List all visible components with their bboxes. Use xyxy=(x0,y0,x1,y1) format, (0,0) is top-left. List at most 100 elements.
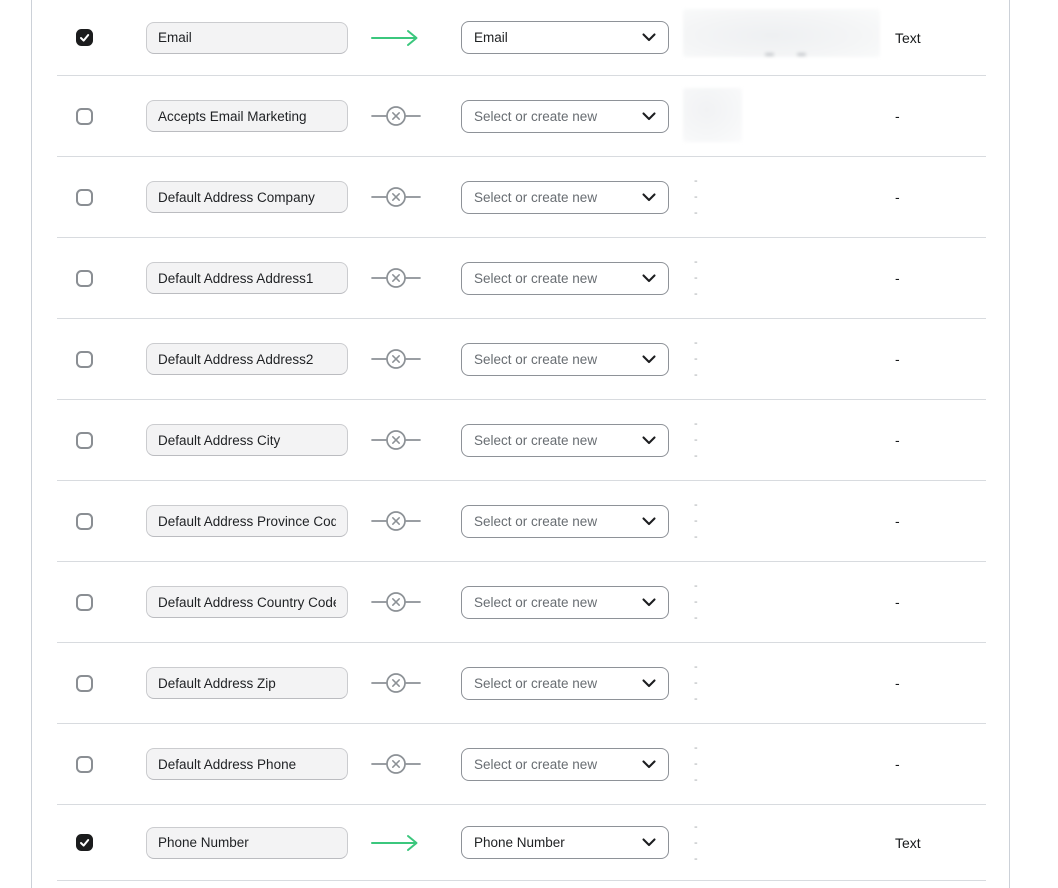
destination-field-value: Select or create new xyxy=(474,109,634,124)
source-column-input[interactable] xyxy=(146,22,348,54)
field-type-label: - xyxy=(895,189,983,205)
row-checkbox-unchecked[interactable] xyxy=(76,675,93,692)
sample-data-preview xyxy=(683,90,880,142)
preview-empty-value: - xyxy=(683,659,880,675)
destination-field-select[interactable]: Select or create new xyxy=(461,262,669,295)
chevron-down-icon xyxy=(642,679,656,688)
mapping-row: EmailText xyxy=(57,0,986,76)
mapping-row: Select or create new---- xyxy=(57,724,986,805)
chevron-down-icon xyxy=(642,112,656,121)
row-checkbox-unchecked[interactable] xyxy=(76,756,93,773)
preview-empty-value: - xyxy=(683,254,880,270)
source-column-input[interactable] xyxy=(146,827,348,859)
destination-field-select[interactable]: Select or create new xyxy=(461,505,669,538)
arrow-right-icon xyxy=(371,28,421,48)
row-checkbox-unchecked[interactable] xyxy=(76,189,93,206)
sample-data-preview: --- xyxy=(683,416,880,464)
preview-empty-value: - xyxy=(683,173,880,189)
source-column-input[interactable] xyxy=(146,586,348,618)
field-mapping-panel: EmailTextSelect or create new-Select or … xyxy=(31,0,1010,888)
checkbox-cell xyxy=(76,675,94,692)
destination-field-value: Select or create new xyxy=(474,514,634,529)
preview-empty-value: - xyxy=(683,610,880,626)
field-type-label: - xyxy=(895,513,983,529)
preview-empty-value: - xyxy=(683,772,880,788)
source-column-cell xyxy=(146,667,348,699)
row-checkbox-checked[interactable] xyxy=(76,29,93,46)
source-column-input[interactable] xyxy=(146,748,348,780)
field-type-label: - xyxy=(895,594,983,610)
destination-field-select[interactable]: Select or create new xyxy=(461,100,669,133)
preview-empty-value: - xyxy=(683,189,880,205)
chevron-down-icon xyxy=(642,517,656,526)
sample-data-preview: --- xyxy=(683,497,880,545)
destination-field-value: Phone Number xyxy=(474,835,634,850)
row-checkbox-unchecked[interactable] xyxy=(76,108,93,125)
source-column-cell xyxy=(146,100,348,132)
mapping-row: Select or create new ---- xyxy=(57,481,986,562)
source-column-cell xyxy=(146,505,348,537)
row-checkbox-unchecked[interactable] xyxy=(76,594,93,611)
destination-field-cell: Phone Number xyxy=(461,826,669,859)
preview-empty-value: - xyxy=(683,432,880,448)
destination-field-select[interactable]: Select or create new xyxy=(461,667,669,700)
checkbox-cell xyxy=(76,432,94,449)
row-checkbox-unchecked[interactable] xyxy=(76,351,93,368)
source-column-input[interactable] xyxy=(146,262,348,294)
unmapped-unlink-icon xyxy=(371,105,421,127)
destination-field-select[interactable]: Select or create new xyxy=(461,748,669,781)
unmapped-unlink-icon xyxy=(371,753,421,775)
mapping-rows-list: EmailTextSelect or create new-Select or … xyxy=(57,0,986,881)
source-column-input[interactable] xyxy=(146,505,348,537)
unmapped-unlink-icon xyxy=(371,267,421,289)
mapping-row: Select or create new---- xyxy=(57,643,986,724)
destination-field-select[interactable]: Select or create new xyxy=(461,343,669,376)
field-type-label: - xyxy=(895,108,983,124)
destination-field-cell: Select or create new xyxy=(461,505,669,538)
destination-field-select[interactable]: Email xyxy=(461,21,669,54)
source-column-input[interactable] xyxy=(146,181,348,213)
row-checkbox-unchecked[interactable] xyxy=(76,270,93,287)
source-column-cell xyxy=(146,586,348,618)
checkbox-cell xyxy=(76,270,94,287)
preview-empty-value: - xyxy=(683,675,880,691)
unmapped-unlink-icon xyxy=(371,591,421,613)
field-type-label: - xyxy=(895,675,983,691)
destination-field-select[interactable]: Select or create new xyxy=(461,586,669,619)
source-column-input[interactable] xyxy=(146,100,348,132)
preview-empty-value: - xyxy=(683,529,880,545)
chevron-down-icon xyxy=(642,274,656,283)
preview-empty-value: - xyxy=(683,740,880,756)
field-type-label: - xyxy=(895,270,983,286)
unmapped-unlink-icon xyxy=(371,348,421,370)
source-column-cell xyxy=(146,343,348,375)
source-column-input[interactable] xyxy=(146,667,348,699)
mapping-row: Select or create new---- xyxy=(57,562,986,643)
destination-field-cell: Select or create new xyxy=(461,100,669,133)
source-column-cell xyxy=(146,827,348,859)
field-type-label: - xyxy=(895,351,983,367)
row-checkbox-unchecked[interactable] xyxy=(76,513,93,530)
redacted-preview-blur xyxy=(683,9,880,57)
destination-field-select[interactable]: Select or create new xyxy=(461,181,669,214)
row-checkbox-unchecked[interactable] xyxy=(76,432,93,449)
destination-field-select[interactable]: Select or create new xyxy=(461,424,669,457)
source-column-input[interactable] xyxy=(146,343,348,375)
destination-field-value: Email xyxy=(474,30,634,45)
destination-field-cell: Select or create new xyxy=(461,586,669,619)
chevron-down-icon xyxy=(642,436,656,445)
checkbox-cell xyxy=(76,108,94,125)
destination-field-cell: Select or create new xyxy=(461,424,669,457)
mapping-row: Select or create new ---- xyxy=(57,400,986,481)
preview-empty-value: - xyxy=(683,205,880,221)
preview-empty-value: - xyxy=(683,335,880,351)
checkbox-cell xyxy=(76,29,94,46)
source-column-cell xyxy=(146,181,348,213)
field-type-label: Text xyxy=(895,835,983,851)
row-checkbox-checked[interactable] xyxy=(76,834,93,851)
source-column-cell xyxy=(146,262,348,294)
chevron-down-icon xyxy=(642,760,656,769)
source-column-input[interactable] xyxy=(146,424,348,456)
destination-field-select[interactable]: Phone Number xyxy=(461,826,669,859)
destination-field-value: Select or create new xyxy=(474,433,634,448)
